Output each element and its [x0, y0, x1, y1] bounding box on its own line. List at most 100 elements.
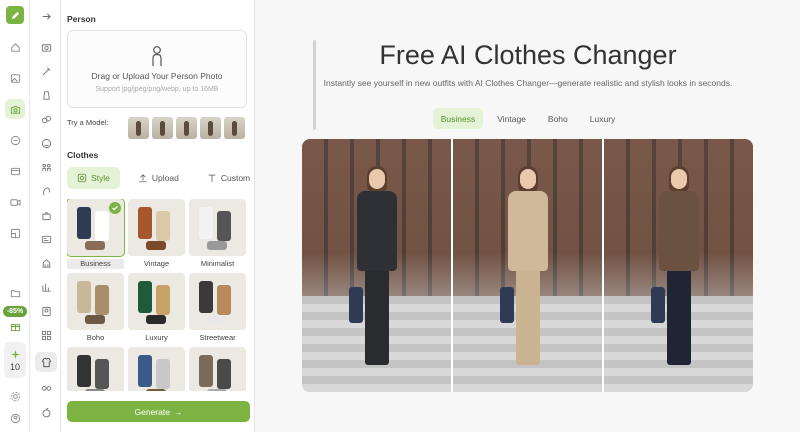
pair-icon[interactable] — [35, 157, 57, 177]
hair-icon[interactable] — [35, 181, 57, 201]
portrait-icon[interactable] — [35, 301, 57, 321]
id-card-icon[interactable] — [35, 229, 57, 249]
glasses-icon[interactable] — [35, 377, 57, 397]
model-thumbnail[interactable] — [200, 117, 221, 139]
style-card[interactable] — [67, 347, 124, 391]
garment-shape — [156, 285, 170, 315]
garment-shape — [217, 211, 231, 241]
page-title: Free AI Clothes Changer — [379, 40, 677, 70]
style-thumbnail — [128, 273, 185, 330]
building-icon[interactable] — [35, 253, 57, 273]
style-tab[interactable]: Business — [432, 108, 484, 129]
style-tab[interactable]: Luxury — [582, 108, 624, 129]
try-model-label: Try a Model: — [67, 118, 109, 127]
style-card[interactable]: Vintage — [128, 199, 185, 269]
garment-shape — [146, 389, 166, 391]
clothes-changer-icon[interactable] — [35, 352, 57, 372]
head-shape — [368, 169, 385, 189]
bag-shape — [348, 287, 363, 323]
grid-icon[interactable] — [35, 325, 57, 345]
apple-icon[interactable] — [35, 402, 57, 422]
tab-style[interactable]: Style — [67, 167, 120, 189]
tab-upload[interactable]: Upload — [128, 167, 189, 189]
person-figure — [499, 166, 548, 379]
torso-shape — [356, 191, 397, 271]
garment-shape — [85, 315, 105, 324]
garment-shape — [156, 211, 170, 241]
app-logo-icon[interactable] — [6, 6, 24, 24]
settings-panel: Person Drag or Upload Your Person Photo … — [62, 0, 316, 432]
chat-icon[interactable] — [5, 130, 25, 150]
generate-label: Generate — [134, 406, 170, 417]
tab-label: Upload — [151, 173, 179, 183]
garment-shape — [77, 281, 91, 313]
style-thumbnail — [67, 273, 124, 330]
gallery-icon[interactable] — [5, 223, 25, 243]
gift-icon[interactable] — [5, 316, 25, 336]
garment-shape — [217, 285, 231, 315]
image-icon[interactable] — [5, 68, 25, 88]
collapse-arrow-icon[interactable] — [35, 6, 57, 26]
face-icon[interactable] — [35, 133, 57, 153]
clothes-tabs: Style Upload Custom — [67, 167, 250, 189]
dress-icon[interactable] — [35, 85, 57, 105]
shirt-camera-icon[interactable] — [5, 99, 25, 119]
chart-icon[interactable] — [35, 277, 57, 297]
style-thumbnail — [67, 199, 125, 257]
head-shape — [670, 169, 687, 189]
style-tab[interactable]: Vintage — [489, 108, 534, 129]
legs-shape — [515, 269, 540, 365]
user-icon[interactable] — [5, 408, 25, 428]
folder-icon[interactable] — [5, 283, 25, 303]
style-thumbnail — [128, 347, 185, 391]
style-label: Streetwear — [199, 333, 236, 342]
message-icon[interactable] — [5, 161, 25, 181]
style-label: Minimalist — [200, 259, 235, 268]
app-rail: -85% 10 — [0, 0, 30, 432]
legs-shape — [666, 269, 691, 365]
style-card[interactable]: Minimalist — [189, 199, 246, 269]
camera-icon[interactable] — [35, 37, 57, 57]
garment-shape — [199, 355, 213, 387]
model-thumbnail[interactable] — [152, 117, 173, 139]
style-card[interactable]: Luxury — [128, 273, 185, 343]
video-icon[interactable] — [5, 192, 25, 212]
circles-icon[interactable] — [35, 109, 57, 129]
style-grid: Business Vintage Minimalist Boho Luxury Stree… — [67, 199, 249, 391]
person-figure — [650, 166, 699, 379]
model-thumbnail[interactable] — [128, 117, 149, 139]
brush-icon[interactable] — [35, 61, 57, 81]
style-card[interactable]: Streetwear — [189, 273, 246, 343]
home-icon[interactable] — [5, 37, 25, 57]
credits-counter[interactable]: 10 — [4, 342, 26, 378]
bag-icon[interactable] — [35, 205, 57, 225]
person-upload-dropzone[interactable]: Drag or Upload Your Person Photo Support… — [67, 30, 247, 108]
style-card[interactable]: Boho — [67, 273, 124, 343]
bag-shape — [650, 287, 665, 323]
person-figure — [348, 166, 397, 379]
garment-shape — [138, 207, 152, 239]
garment-shape — [95, 359, 109, 389]
garment-shape — [85, 389, 105, 391]
model-thumbnail[interactable] — [224, 117, 245, 139]
upload-icon — [139, 174, 147, 183]
garment-shape — [207, 241, 227, 250]
settings-icon[interactable] — [5, 386, 25, 406]
garment-shape — [146, 241, 166, 250]
tab-custom[interactable]: Custom — [197, 167, 260, 189]
model-thumbnail[interactable] — [176, 117, 197, 139]
style-tab[interactable]: Boho — [540, 108, 576, 129]
generate-button[interactable]: Generate → — [67, 401, 250, 422]
garment-shape — [207, 315, 227, 324]
head-shape — [519, 169, 536, 189]
garment-shape — [138, 355, 152, 387]
tab-label: Style — [91, 173, 110, 183]
example-style-tabs: Business Vintage Boho Luxury — [256, 108, 800, 129]
style-thumbnail — [67, 347, 124, 391]
sparkle-icon — [10, 349, 20, 359]
style-card[interactable]: Business — [67, 199, 125, 269]
style-card[interactable] — [128, 347, 185, 391]
category-rail — [31, 0, 61, 432]
style-card[interactable] — [189, 347, 246, 391]
garment-shape — [138, 281, 152, 313]
